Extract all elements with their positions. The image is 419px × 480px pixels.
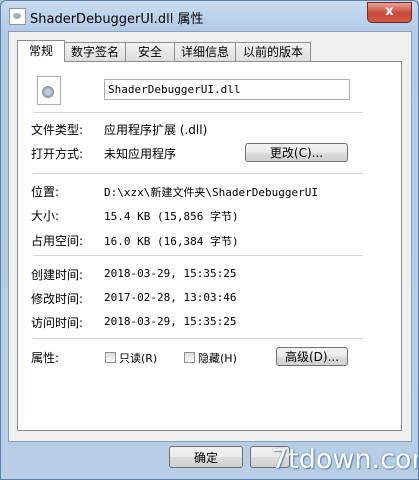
- tab-previous-versions[interactable]: 以前的版本: [235, 42, 311, 61]
- advanced-button[interactable]: 高级(D)...: [276, 347, 348, 366]
- title-bar[interactable]: ShaderDebuggerUI.dll 属性 x: [1, 1, 418, 31]
- file-type-value: 应用程序扩展 (.dll): [104, 123, 208, 137]
- opens-with-label: 打开方式:: [31, 147, 84, 161]
- file-type-label: 文件类型:: [31, 123, 84, 137]
- hidden-checkbox[interactable]: [184, 352, 195, 363]
- size-on-disk-label: 占用空间:: [31, 234, 84, 248]
- ok-button[interactable]: 确定: [169, 446, 243, 468]
- dialog-client: 常规 数字签名 安全 详细信息 以前的版本 ShaderDebuggerUI.d…: [8, 31, 412, 442]
- size-on-disk-value: 16.0 KB (16,384 字节): [104, 235, 239, 248]
- created-label: 创建时间:: [31, 268, 84, 282]
- opens-with-value: 未知应用程序: [104, 147, 177, 161]
- size-label: 大小:: [31, 209, 60, 223]
- location-label: 位置:: [31, 185, 60, 199]
- accessed-label: 访问时间:: [31, 316, 84, 330]
- tab-digital-signatures[interactable]: 数字签名: [64, 42, 126, 61]
- window-title: ShaderDebuggerUI.dll 属性: [30, 12, 204, 27]
- hidden-label[interactable]: 隐藏(H): [198, 350, 237, 366]
- general-tab-panel: ShaderDebuggerUI.dll 文件类型: 应用程序扩展 (.dll)…: [17, 61, 402, 431]
- tab-security[interactable]: 安全: [125, 42, 175, 61]
- dll-file-icon: [37, 76, 61, 105]
- readonly-label[interactable]: 只读(R): [119, 350, 157, 366]
- separator: [33, 173, 363, 174]
- close-button[interactable]: x: [367, 2, 412, 23]
- file-name-field[interactable]: ShaderDebuggerUI.dll: [104, 79, 350, 100]
- tab-general[interactable]: 常规: [17, 40, 65, 62]
- created-value: 2018-03-29, 15:35:25: [104, 267, 237, 280]
- change-button[interactable]: 更改(C)...: [245, 143, 348, 162]
- attributes-label: 属性:: [31, 351, 60, 365]
- site-watermark: 7tdown.com: [271, 444, 418, 475]
- size-value: 15.4 KB (15,856 字节): [104, 210, 239, 223]
- separator: [33, 255, 363, 256]
- dll-file-icon: [9, 8, 26, 25]
- properties-window: ShaderDebuggerUI.dll 属性 x 常规 数字签名 安全 详细信…: [0, 0, 419, 480]
- separator: [33, 112, 363, 113]
- separator: [33, 338, 363, 339]
- accessed-value: 2018-03-29, 15:35:25: [104, 315, 237, 328]
- modified-value: 2017-02-28, 13:03:46: [104, 291, 237, 304]
- modified-label: 修改时间:: [31, 292, 84, 306]
- tab-details[interactable]: 详细信息: [174, 42, 236, 61]
- readonly-checkbox[interactable]: [105, 352, 116, 363]
- location-value: D:\xzx\新建文件夹\ShaderDebuggerUI: [104, 186, 318, 199]
